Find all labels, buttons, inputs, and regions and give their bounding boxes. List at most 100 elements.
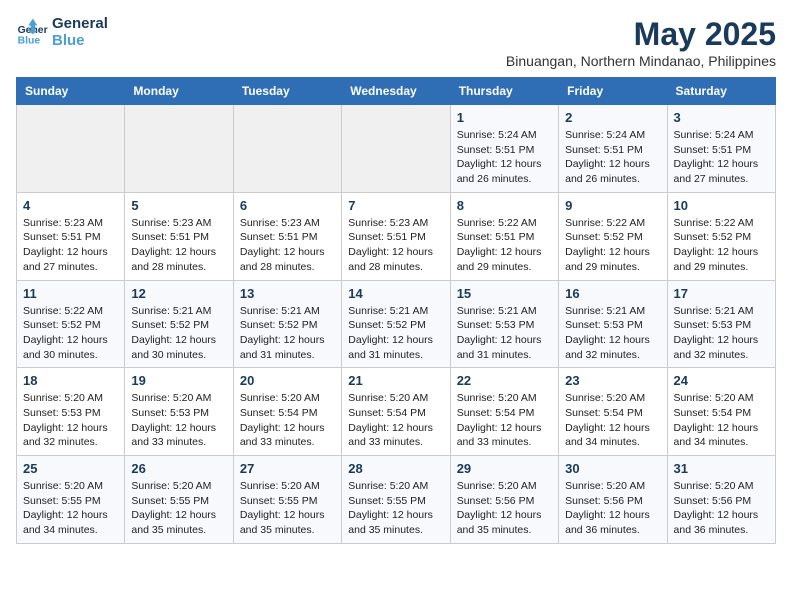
day-info: Sunrise: 5:23 AM Sunset: 5:51 PM Dayligh… xyxy=(240,216,335,275)
day-info: Sunrise: 5:22 AM Sunset: 5:51 PM Dayligh… xyxy=(457,216,552,275)
day-info: Sunrise: 5:20 AM Sunset: 5:53 PM Dayligh… xyxy=(131,391,226,450)
calendar-cell xyxy=(17,105,125,193)
day-info: Sunrise: 5:20 AM Sunset: 5:55 PM Dayligh… xyxy=(348,479,443,538)
day-info: Sunrise: 5:20 AM Sunset: 5:56 PM Dayligh… xyxy=(457,479,552,538)
day-info: Sunrise: 5:20 AM Sunset: 5:55 PM Dayligh… xyxy=(23,479,118,538)
day-number: 30 xyxy=(565,461,660,476)
calendar-cell: 8Sunrise: 5:22 AM Sunset: 5:51 PM Daylig… xyxy=(450,192,558,280)
calendar-cell: 3 Sunrise: 5:24 AM Sunset: 5:51 PM Daylig… xyxy=(667,105,775,193)
calendar-cell: 25 Sunrise: 5:20 AM Sunset: 5:55 PM Dayli… xyxy=(17,456,125,544)
calendar-cell: 29 Sunrise: 5:20 AM Sunset: 5:56 PM Dayli… xyxy=(450,456,558,544)
day-info: Sunrise: 5:20 AM Sunset: 5:54 PM Dayligh… xyxy=(674,391,769,450)
day-info: Sunrise: 5:21 AM Sunset: 5:52 PM Dayligh… xyxy=(240,304,335,363)
calendar-cell xyxy=(233,105,341,193)
calendar-table: SundayMondayTuesdayWednesdayThursdayFrid… xyxy=(16,77,776,544)
calendar-cell: 21 Sunrise: 5:20 AM Sunset: 5:54 PM Dayli… xyxy=(342,368,450,456)
day-number: 16 xyxy=(565,286,660,301)
calendar-cell: 28 Sunrise: 5:20 AM Sunset: 5:55 PM Dayli… xyxy=(342,456,450,544)
calendar-week-1: 1Sunrise: 5:24 AM Sunset: 5:51 PM Daylig… xyxy=(17,105,776,193)
weekday-header-monday: Monday xyxy=(125,78,233,105)
day-info: Sunrise: 5:20 AM Sunset: 5:54 PM Dayligh… xyxy=(457,391,552,450)
day-number: 25 xyxy=(23,461,118,476)
calendar-cell: 2 Sunrise: 5:24 AM Sunset: 5:51 PM Daylig… xyxy=(559,105,667,193)
calendar-cell: 22 Sunrise: 5:20 AM Sunset: 5:54 PM Dayli… xyxy=(450,368,558,456)
day-info: Sunrise: 5:23 AM Sunset: 5:51 PM Dayligh… xyxy=(23,216,118,275)
day-number: 29 xyxy=(457,461,552,476)
day-number: 11 xyxy=(23,286,118,301)
day-number: 3 xyxy=(674,110,769,125)
day-number: 27 xyxy=(240,461,335,476)
day-number: 31 xyxy=(674,461,769,476)
weekday-header-tuesday: Tuesday xyxy=(233,78,341,105)
calendar-cell: 17Sunrise: 5:21 AM Sunset: 5:53 PM Dayli… xyxy=(667,280,775,368)
day-number: 21 xyxy=(348,373,443,388)
calendar-cell: 9 Sunrise: 5:22 AM Sunset: 5:52 PM Daylig… xyxy=(559,192,667,280)
calendar-week-5: 25 Sunrise: 5:20 AM Sunset: 5:55 PM Dayli… xyxy=(17,456,776,544)
day-number: 6 xyxy=(240,198,335,213)
calendar-cell: 24Sunrise: 5:20 AM Sunset: 5:54 PM Dayli… xyxy=(667,368,775,456)
day-number: 2 xyxy=(565,110,660,125)
day-number: 5 xyxy=(131,198,226,213)
calendar-cell: 5Sunrise: 5:23 AM Sunset: 5:51 PM Daylig… xyxy=(125,192,233,280)
day-number: 28 xyxy=(348,461,443,476)
day-info: Sunrise: 5:20 AM Sunset: 5:54 PM Dayligh… xyxy=(240,391,335,450)
day-number: 26 xyxy=(131,461,226,476)
svg-text:Blue: Blue xyxy=(18,35,41,46)
calendar-cell: 4Sunrise: 5:23 AM Sunset: 5:51 PM Daylig… xyxy=(17,192,125,280)
calendar-week-2: 4Sunrise: 5:23 AM Sunset: 5:51 PM Daylig… xyxy=(17,192,776,280)
calendar-cell: 6 Sunrise: 5:23 AM Sunset: 5:51 PM Daylig… xyxy=(233,192,341,280)
calendar-cell: 12 Sunrise: 5:21 AM Sunset: 5:52 PM Dayli… xyxy=(125,280,233,368)
calendar-cell: 30 Sunrise: 5:20 AM Sunset: 5:56 PM Dayli… xyxy=(559,456,667,544)
day-info: Sunrise: 5:22 AM Sunset: 5:52 PM Dayligh… xyxy=(565,216,660,275)
logo-icon: General Blue xyxy=(16,17,48,49)
calendar-cell: 20 Sunrise: 5:20 AM Sunset: 5:54 PM Dayli… xyxy=(233,368,341,456)
day-info: Sunrise: 5:20 AM Sunset: 5:54 PM Dayligh… xyxy=(565,391,660,450)
day-info: Sunrise: 5:23 AM Sunset: 5:51 PM Dayligh… xyxy=(348,216,443,275)
day-number: 9 xyxy=(565,198,660,213)
day-info: Sunrise: 5:24 AM Sunset: 5:51 PM Dayligh… xyxy=(565,128,660,187)
page-header: General Blue General Blue May 2025 Binua… xyxy=(16,16,776,69)
day-info: Sunrise: 5:21 AM Sunset: 5:53 PM Dayligh… xyxy=(457,304,552,363)
day-info: Sunrise: 5:20 AM Sunset: 5:56 PM Dayligh… xyxy=(565,479,660,538)
calendar-cell: 16Sunrise: 5:21 AM Sunset: 5:53 PM Dayli… xyxy=(559,280,667,368)
day-number: 14 xyxy=(348,286,443,301)
calendar-cell: 23Sunrise: 5:20 AM Sunset: 5:54 PM Dayli… xyxy=(559,368,667,456)
weekday-header-saturday: Saturday xyxy=(667,78,775,105)
logo-text-general: General xyxy=(52,16,108,33)
logo: General Blue General Blue xyxy=(16,16,108,49)
day-number: 12 xyxy=(131,286,226,301)
calendar-cell: 1Sunrise: 5:24 AM Sunset: 5:51 PM Daylig… xyxy=(450,105,558,193)
calendar-cell: 13 Sunrise: 5:21 AM Sunset: 5:52 PM Dayli… xyxy=(233,280,341,368)
calendar-cell: 19Sunrise: 5:20 AM Sunset: 5:53 PM Dayli… xyxy=(125,368,233,456)
day-info: Sunrise: 5:20 AM Sunset: 5:54 PM Dayligh… xyxy=(348,391,443,450)
calendar-cell: 31 Sunrise: 5:20 AM Sunset: 5:56 PM Dayli… xyxy=(667,456,775,544)
day-number: 20 xyxy=(240,373,335,388)
weekday-header-sunday: Sunday xyxy=(17,78,125,105)
calendar-cell xyxy=(125,105,233,193)
calendar-cell xyxy=(342,105,450,193)
location-title: Binuangan, Northern Mindanao, Philippine… xyxy=(506,53,776,69)
day-info: Sunrise: 5:22 AM Sunset: 5:52 PM Dayligh… xyxy=(674,216,769,275)
calendar-cell: 27Sunrise: 5:20 AM Sunset: 5:55 PM Dayli… xyxy=(233,456,341,544)
calendar-cell: 15Sunrise: 5:21 AM Sunset: 5:53 PM Dayli… xyxy=(450,280,558,368)
calendar-header: SundayMondayTuesdayWednesdayThursdayFrid… xyxy=(17,78,776,105)
day-number: 22 xyxy=(457,373,552,388)
calendar-cell: 10Sunrise: 5:22 AM Sunset: 5:52 PM Dayli… xyxy=(667,192,775,280)
day-info: Sunrise: 5:20 AM Sunset: 5:55 PM Dayligh… xyxy=(131,479,226,538)
calendar-week-3: 11 Sunrise: 5:22 AM Sunset: 5:52 PM Dayli… xyxy=(17,280,776,368)
calendar-cell: 26 Sunrise: 5:20 AM Sunset: 5:55 PM Dayli… xyxy=(125,456,233,544)
day-info: Sunrise: 5:20 AM Sunset: 5:53 PM Dayligh… xyxy=(23,391,118,450)
calendar-cell: 14Sunrise: 5:21 AM Sunset: 5:52 PM Dayli… xyxy=(342,280,450,368)
day-info: Sunrise: 5:24 AM Sunset: 5:51 PM Dayligh… xyxy=(457,128,552,187)
title-block: May 2025 Binuangan, Northern Mindanao, P… xyxy=(506,16,776,69)
day-info: Sunrise: 5:21 AM Sunset: 5:52 PM Dayligh… xyxy=(131,304,226,363)
logo-text-blue: Blue xyxy=(52,33,108,50)
day-number: 13 xyxy=(240,286,335,301)
calendar-cell: 18Sunrise: 5:20 AM Sunset: 5:53 PM Dayli… xyxy=(17,368,125,456)
weekday-header-friday: Friday xyxy=(559,78,667,105)
weekday-header-thursday: Thursday xyxy=(450,78,558,105)
day-info: Sunrise: 5:22 AM Sunset: 5:52 PM Dayligh… xyxy=(23,304,118,363)
day-info: Sunrise: 5:24 AM Sunset: 5:51 PM Dayligh… xyxy=(674,128,769,187)
calendar-cell: 11 Sunrise: 5:22 AM Sunset: 5:52 PM Dayli… xyxy=(17,280,125,368)
day-info: Sunrise: 5:20 AM Sunset: 5:56 PM Dayligh… xyxy=(674,479,769,538)
